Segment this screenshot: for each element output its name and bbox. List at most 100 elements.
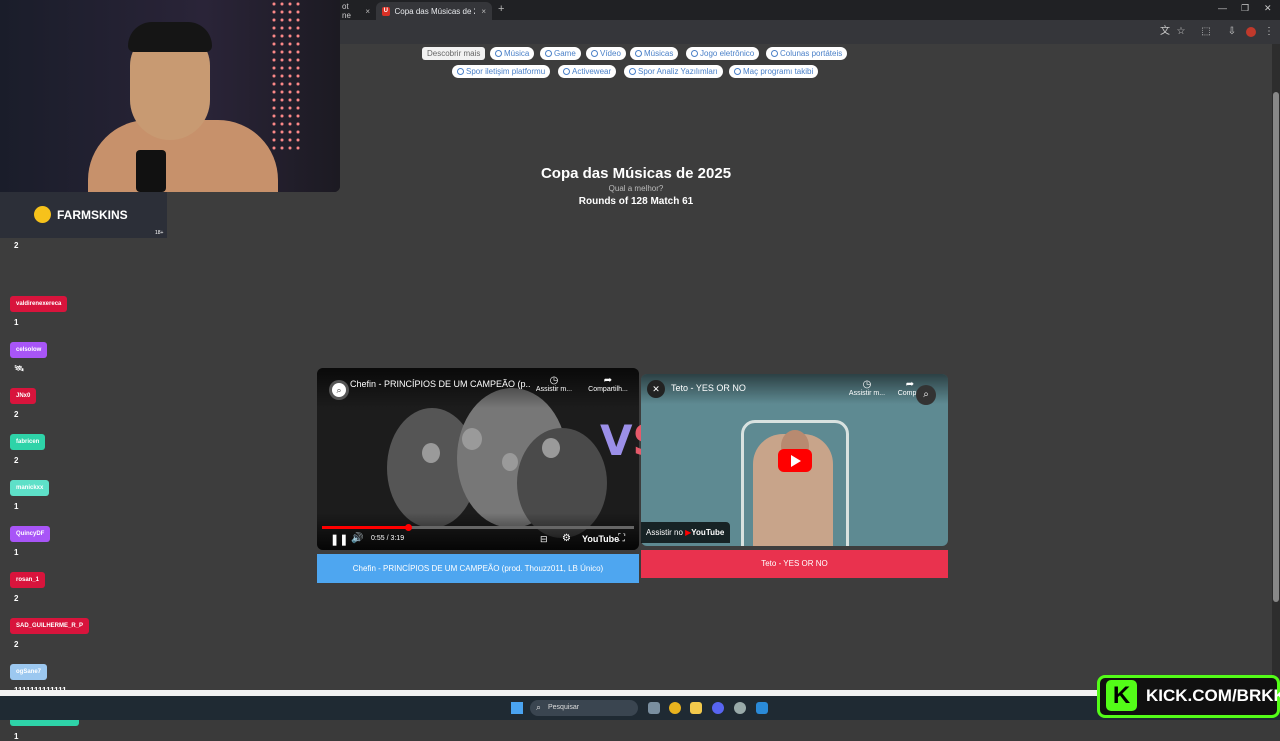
windows-start-icon[interactable] [511,702,523,714]
chip-topic[interactable]: Spor Analiz Yazılımları [624,65,723,78]
chat-username: celsolow [10,342,48,358]
discord-icon[interactable] [712,702,724,714]
watch-later-label: Assistir m... [848,390,886,397]
scrollbar-thumb[interactable] [1273,92,1279,602]
chip-label: Colunas portáteis [780,49,843,58]
chip-label: Maç programı takibi [743,67,814,76]
zoom-icon[interactable]: ⌕ [332,383,346,397]
chip-topic[interactable]: Jogo eletrônico [686,47,760,60]
taskbar-search[interactable]: Pesquisar [530,700,638,716]
chip-label: Activewear [572,67,612,76]
chip-topic[interactable]: Activewear [558,65,617,78]
search-icon: ⌕ [536,702,542,712]
task-view-icon[interactable] [648,702,660,714]
volume-icon[interactable]: 🔊 [351,533,363,544]
chip-topic[interactable]: Maç programı takibi [729,65,819,78]
download-icon[interactable]: ⇩ [1225,25,1239,39]
avatar[interactable] [1244,25,1258,39]
circle-icon [563,68,570,75]
webcam-overlay [0,0,340,192]
close-window-icon[interactable]: ✕ [1264,3,1272,14]
chip-discover-more[interactable]: Descobrir mais [422,47,486,60]
chat-username: fabricen [10,434,46,450]
watch-later-button[interactable]: ◷ Assistir m... [845,379,889,397]
chip-topic[interactable]: Spor iletişim platformu [452,65,551,78]
chat-message: 1 [14,732,19,741]
zoom-icon[interactable]: ⌕ [916,385,936,405]
subtitles-icon[interactable]: ⊟ [540,534,548,545]
share-icon: ➦ [603,375,613,386]
pause-icon[interactable]: ❚❚ [330,533,348,546]
play-icon [791,455,801,467]
windows-taskbar [0,696,1280,720]
share-label: Compartilh... [588,386,628,393]
page-title: Copa das Músicas de 2025 [540,165,732,182]
translate-icon[interactable]: 文 [1158,25,1172,39]
chip-topic[interactable]: Música [490,47,535,60]
watch-on-label: Assistir no [646,528,683,537]
chip-label: Jogo eletrônico [700,49,755,58]
chip-topic[interactable]: Colunas portáteis [766,47,848,60]
sponsor-name: FARMSKINS [57,208,128,222]
chrome-icon[interactable] [669,702,681,714]
close-icon[interactable]: × [365,7,370,16]
watch-later-label: Assistir m... [535,386,573,393]
chat-message: 2 [14,640,19,649]
chip-label: Spor iletişim platformu [466,67,546,76]
settings-icon[interactable]: ⚙ [562,533,571,544]
menu-icon[interactable]: ⋮ [1262,25,1276,39]
restore-icon[interactable]: ❐ [1241,3,1249,14]
share-button[interactable]: ➦ Compartilh... [584,375,632,393]
chat-message: 2 [14,410,19,419]
chat-overlay: 2 valdirenexereca 1 celsolow 🛰 JNx0 2 fabricen 2… [0,238,110,741]
close-icon[interactable]: × [481,7,486,16]
video-title-right[interactable]: Teto - YES OR NO [671,383,746,393]
chip-topic[interactable]: Game [540,47,581,60]
play-button[interactable] [778,449,812,472]
chat-message: 2 [14,241,19,250]
circle-icon [457,68,464,75]
circle-icon [635,50,642,57]
vote-button-right[interactable]: Teto - YES OR NO [641,550,948,578]
youtube-logo[interactable]: YouTube [582,534,619,544]
chip-label: Música [504,49,530,58]
chat-username: SAD_GUILHERME_R_P [10,618,90,634]
vs-letter-v: V [600,416,633,465]
chip-topic[interactable]: Músicas [630,47,679,60]
chip-topic[interactable]: Vídeo [586,47,626,60]
chat-username: valdirenexereca [10,296,68,312]
chat-message: 2 [14,456,19,465]
vote-button-left[interactable]: Chefin - PRINCÍPIOS DE UM CAMPEÃO (prod.… [317,554,639,583]
circle-icon [629,68,636,75]
steam-icon[interactable] [756,702,768,714]
minimize-icon[interactable]: — [1218,3,1227,13]
video-title-left[interactable]: Chefin - PRINCÍPIOS DE UM CAMPEÃO (p... [350,379,530,389]
extensions-icon[interactable]: ⬚ [1199,25,1213,39]
tab-previous[interactable]: ot ne × [336,2,376,20]
folder-icon[interactable] [690,702,702,714]
star-icon[interactable]: ☆ [1174,25,1188,39]
fullscreen-icon[interactable]: ⛶ [618,533,625,544]
clock-icon: ◷ [862,379,872,390]
chat-message: 2 [14,594,19,603]
tab-active-label: Copa das Músicas de 2025 [394,6,476,16]
circle-icon [771,50,778,57]
sponsor-age-badge: 18+ [155,230,164,236]
circle-icon [545,50,552,57]
favicon-icon: U [382,6,390,16]
video-player-left[interactable] [317,368,639,550]
new-tab-button[interactable]: + [498,3,504,15]
chat-message: 1 [14,318,19,327]
tab-active[interactable]: U Copa das Músicas de 2025 × [376,2,492,20]
channel-avatar[interactable]: ✕ [647,380,665,398]
chat-username: JNx0 [10,388,37,404]
chip-label: Spor Analiz Yazılımları [638,67,718,76]
chip-label: Game [554,49,576,58]
watch-later-button[interactable]: ◷ Assistir m... [532,375,576,393]
watch-on-youtube[interactable]: Assistir no ▶YouTube [641,522,730,543]
chip-label: Músicas [644,49,674,58]
circle-icon [691,50,698,57]
tab-previous-label: ot ne [342,2,351,20]
settings-icon[interactable] [734,702,746,714]
sponsor-logo-icon [34,206,51,223]
